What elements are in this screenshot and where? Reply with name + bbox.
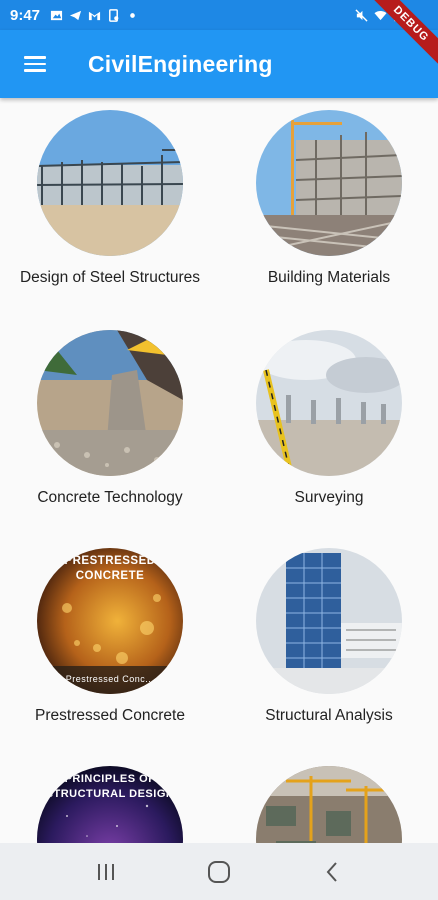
image-icon bbox=[50, 10, 63, 20]
device-icon bbox=[109, 8, 119, 22]
structural-design-image-title: PRINCIPLES OF STRUCTURAL DESIGN bbox=[45, 773, 175, 800]
subject-label: Structural Analysis bbox=[265, 707, 393, 724]
subject-tile-structural-analysis[interactable]: Structural Analysis bbox=[229, 548, 429, 726]
subject-grid: Design of Steel Structures Building Mate… bbox=[0, 98, 438, 843]
system-nav-bar bbox=[0, 843, 438, 900]
building-materials-image bbox=[256, 110, 402, 256]
app-bar: CivilEngineering bbox=[0, 30, 438, 98]
menu-button[interactable] bbox=[0, 30, 70, 98]
construction-site-image bbox=[256, 766, 402, 843]
subject-tile-construction-site[interactable] bbox=[229, 766, 429, 843]
subject-label: Prestressed Concrete bbox=[35, 707, 185, 724]
prestressed-concrete-image: PRESTRESSED CONCRETE Prestressed Conc... bbox=[37, 548, 183, 694]
subject-tile-steel-structures[interactable]: Design of Steel Structures bbox=[10, 110, 210, 288]
hamburger-menu-icon bbox=[24, 52, 46, 76]
subject-label: Concrete Technology bbox=[37, 489, 183, 506]
back-icon bbox=[326, 861, 337, 882]
subject-tile-structural-design[interactable]: PRINCIPLES OF STRUCTURAL DESIGN bbox=[10, 766, 210, 843]
concrete-technology-image bbox=[37, 330, 183, 476]
mute-icon bbox=[355, 8, 368, 22]
home-icon bbox=[207, 860, 230, 883]
subject-tile-prestressed-concrete[interactable]: PRESTRESSED CONCRETE Prestressed Conc...… bbox=[10, 548, 210, 726]
telegram-icon bbox=[69, 10, 82, 20]
subject-tile-building-materials[interactable]: Building Materials bbox=[229, 110, 429, 288]
recents-icon bbox=[98, 863, 115, 880]
home-button[interactable] bbox=[189, 852, 249, 892]
dot-icon bbox=[130, 12, 135, 18]
subject-label: Surveying bbox=[294, 489, 364, 506]
prestressed-image-title: PRESTRESSED CONCRETE bbox=[64, 555, 156, 582]
subject-tile-surveying[interactable]: Surveying bbox=[229, 330, 429, 508]
recents-button[interactable] bbox=[76, 852, 136, 892]
app-title: CivilEngineering bbox=[88, 50, 273, 77]
status-bar: 9:47 bbox=[0, 0, 438, 30]
gmail-icon bbox=[88, 11, 101, 20]
subject-tile-concrete-technology[interactable]: Concrete Technology bbox=[10, 330, 210, 508]
structural-analysis-image bbox=[256, 548, 402, 694]
prestressed-image-caption: Prestressed Conc... bbox=[65, 674, 155, 684]
subject-label: Design of Steel Structures bbox=[19, 269, 201, 286]
steel-structures-image bbox=[37, 110, 183, 256]
surveying-image bbox=[256, 330, 402, 476]
back-button[interactable] bbox=[302, 852, 362, 892]
notification-icons bbox=[50, 8, 139, 22]
structural-design-image: PRINCIPLES OF STRUCTURAL DESIGN bbox=[37, 766, 183, 843]
status-time: 9:47 bbox=[10, 6, 41, 24]
subject-label: Building Materials bbox=[267, 269, 391, 286]
